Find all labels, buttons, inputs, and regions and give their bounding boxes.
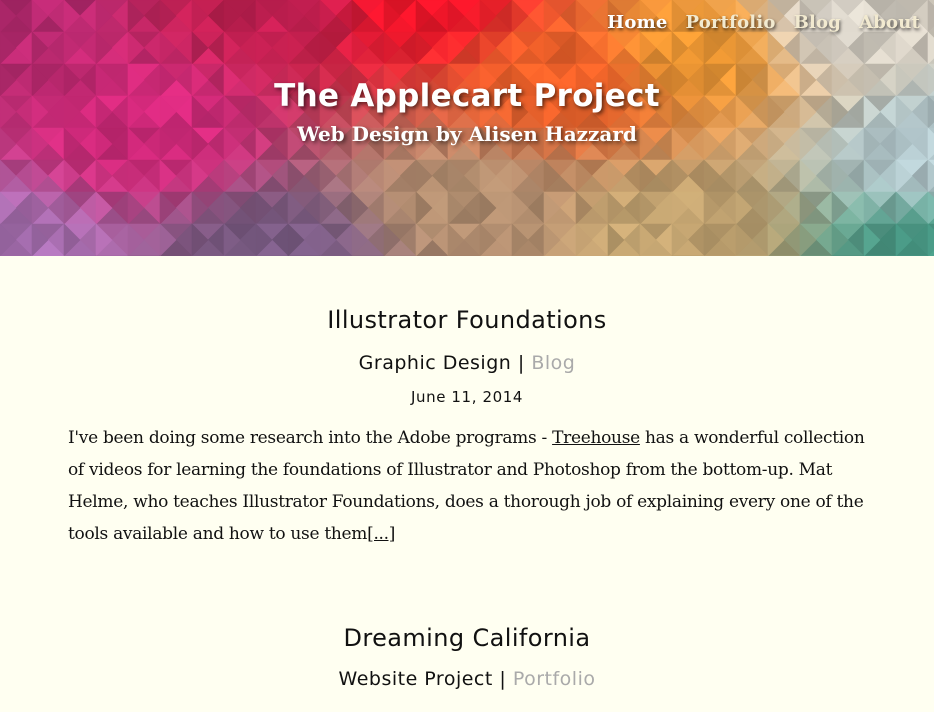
post-section-link[interactable]: Blog	[531, 352, 575, 374]
nav-blog-link[interactable]: Blog	[794, 12, 841, 33]
nav-about-link[interactable]: About	[859, 12, 920, 33]
post-item: Illustrator Foundations Graphic Design |…	[0, 256, 934, 550]
mosaic-tile	[927, 0, 934, 33]
category-separator: |	[499, 668, 507, 690]
mosaic-tile	[927, 159, 934, 193]
post-excerpt: I've been doing some research into the A…	[68, 422, 866, 550]
mosaic-tile	[927, 31, 934, 65]
post-item: Dreaming California Website Project | Po…	[0, 550, 934, 690]
post-title[interactable]: Dreaming California	[68, 624, 866, 652]
post-list: Illustrator Foundations Graphic Design |…	[0, 256, 934, 690]
main-nav: Home Portfolio Blog About	[607, 12, 920, 33]
post-section-link[interactable]: Portfolio	[513, 668, 596, 690]
post-date: June 11, 2014	[410, 388, 524, 406]
header-banner: Home Portfolio Blog About The Applecart …	[0, 0, 934, 256]
read-more-link[interactable]: [...]	[367, 524, 395, 544]
category-separator: |	[517, 352, 525, 374]
treehouse-link[interactable]: Treehouse	[552, 428, 640, 448]
excerpt-text: I've been doing some research into the A…	[68, 428, 553, 448]
nav-portfolio-link[interactable]: Portfolio	[685, 12, 775, 33]
nav-home-link[interactable]: Home	[607, 12, 667, 33]
site-subtitle: Web Design by Alisen Hazzard	[297, 122, 637, 146]
post-categories: Website Project | Portfolio	[68, 668, 866, 690]
site-title: The Applecart Project	[274, 78, 660, 114]
post-categories: Graphic Design | Blog	[68, 352, 866, 374]
post-title[interactable]: Illustrator Foundations	[68, 306, 866, 334]
mosaic-tile	[927, 191, 934, 225]
post-category[interactable]: Website Project	[339, 668, 493, 690]
mosaic-tile	[927, 223, 934, 256]
post-category[interactable]: Graphic Design	[359, 352, 512, 374]
